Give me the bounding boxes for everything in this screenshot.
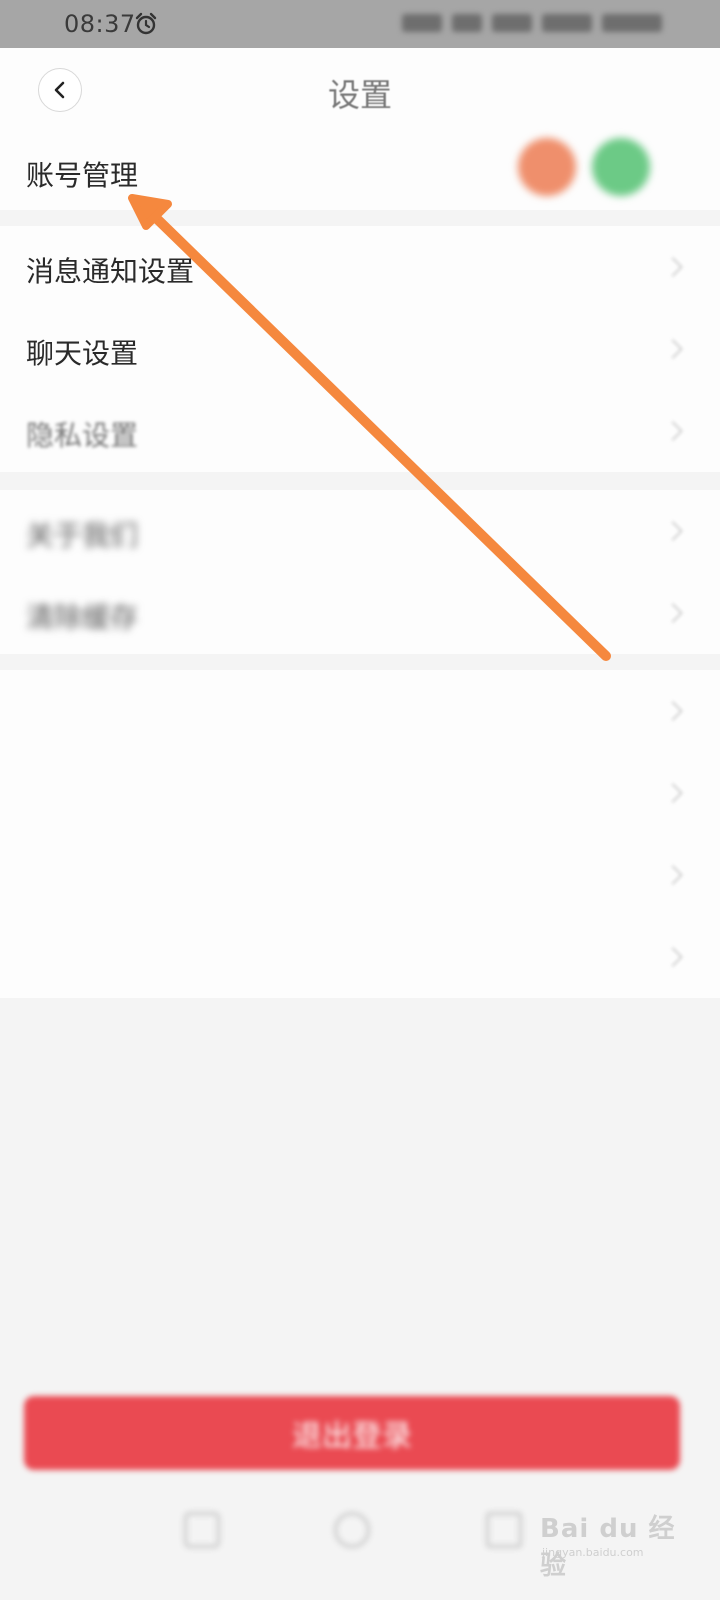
watermark-subtext: jingyan.baidu.com — [542, 1546, 644, 1559]
list-item[interactable] — [0, 834, 720, 916]
list-item[interactable] — [0, 752, 720, 834]
status-time: 08:37 — [64, 10, 136, 38]
back-triangle-icon[interactable] — [486, 1512, 522, 1548]
list-item-privacy-settings[interactable]: 隐私设置 — [0, 390, 720, 472]
chevron-right-icon — [663, 865, 683, 885]
home-icon[interactable] — [334, 1512, 370, 1548]
watermark-text: Bai du 经验 — [540, 1514, 676, 1581]
list-item-notification-settings[interactable]: 消息通知设置 — [0, 226, 720, 308]
clear-cache-label: 清除缓存 — [26, 601, 139, 634]
wechat-avatar-icon — [518, 138, 576, 196]
account-management-label: 账号管理 — [26, 159, 139, 192]
chat-settings-label: 聊天设置 — [26, 337, 139, 370]
phone-avatar-icon — [592, 138, 650, 196]
chevron-right-icon — [663, 421, 683, 441]
status-bar: 08:37 — [0, 0, 720, 48]
list-item[interactable] — [0, 670, 720, 752]
page-title: 设置 — [327, 76, 392, 114]
baidu-watermark: Bai du 经验 jingyan.baidu.com — [540, 1490, 690, 1581]
logout-button[interactable]: 退出登录 — [24, 1396, 680, 1470]
notification-settings-label: 消息通知设置 — [26, 255, 195, 288]
privacy-settings-label: 隐私设置 — [26, 419, 139, 452]
chevron-right-icon — [663, 701, 683, 721]
status-icons — [402, 14, 662, 34]
alarm-clock-icon — [135, 12, 157, 35]
chevron-right-icon — [663, 947, 683, 967]
chevron-right-icon — [663, 783, 683, 803]
list-item[interactable] — [0, 916, 720, 998]
list-item-about-us[interactable]: 关于我们 — [0, 490, 720, 572]
list-item-clear-cache[interactable]: 清除缓存 — [0, 572, 720, 654]
nav-bar: 设置 — [0, 48, 720, 136]
about-us-label: 关于我们 — [26, 519, 139, 552]
list-item-chat-settings[interactable]: 聊天设置 — [0, 308, 720, 390]
chevron-right-icon — [663, 257, 683, 277]
chevron-right-icon — [663, 521, 683, 541]
chevron-right-icon — [663, 603, 683, 623]
chevron-right-icon — [663, 339, 683, 359]
recent-apps-icon[interactable] — [184, 1512, 220, 1548]
